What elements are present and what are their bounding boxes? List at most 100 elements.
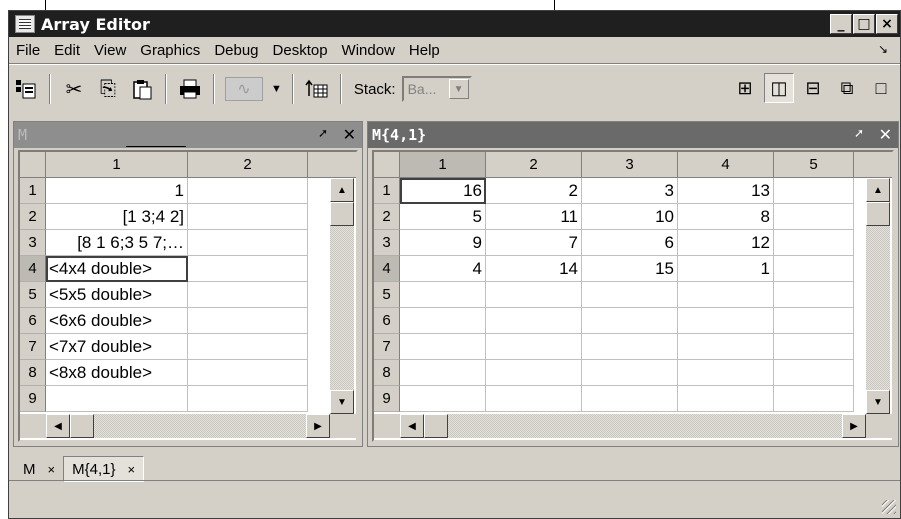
grid-cell[interactable]: 14 (486, 256, 582, 282)
close-icon[interactable]: × (127, 462, 135, 477)
grid-cell[interactable]: 10 (582, 204, 678, 230)
row-header[interactable]: 1 (374, 178, 400, 204)
grid-cell[interactable]: 8 (678, 204, 774, 230)
grid-cell[interactable] (678, 386, 774, 412)
grid-cell[interactable] (46, 386, 188, 412)
grid-cell[interactable] (188, 256, 308, 282)
row-header[interactable]: 2 (374, 204, 400, 230)
grid-cell[interactable] (486, 282, 582, 308)
grid-cell[interactable] (678, 308, 774, 334)
float-layout-icon[interactable]: ⧉ (832, 73, 862, 103)
grid-cell[interactable]: 15 (582, 256, 678, 282)
grid-cell[interactable] (188, 204, 308, 230)
vertical-scroll-thumb[interactable] (330, 202, 354, 226)
close-icon[interactable]: × (48, 462, 56, 477)
row-header[interactable]: 6 (20, 308, 46, 334)
horizontal-scrollbar[interactable]: ◀ ▶ (400, 414, 866, 438)
column-header[interactable]: 5 (774, 152, 854, 178)
grid-cell[interactable]: 1 (46, 178, 188, 204)
grid-cell[interactable] (774, 256, 854, 282)
grid-cell[interactable] (582, 386, 678, 412)
grid-cell[interactable] (774, 282, 854, 308)
grid-cell[interactable] (486, 308, 582, 334)
chevron-down-icon[interactable]: ▼ (448, 79, 469, 99)
grid-cell[interactable]: 3 (582, 178, 678, 204)
grid-cell[interactable] (582, 334, 678, 360)
row-header[interactable]: 1 (20, 178, 46, 204)
transpose-icon[interactable] (302, 74, 332, 104)
paste-icon[interactable] (127, 74, 157, 104)
grid-cell[interactable]: <8x8 double> (46, 360, 188, 386)
grid-cell[interactable]: [8 1 6;3 5 7;… (46, 230, 188, 256)
menu-file[interactable]: File (9, 42, 47, 59)
tab-m41[interactable]: M{4,1} × (63, 456, 145, 482)
undock-icon[interactable]: ➚ (854, 126, 864, 140)
scroll-left-button[interactable]: ◀ (46, 414, 70, 438)
grid-cell[interactable]: <4x4 double> (46, 256, 188, 282)
cut-icon[interactable]: ✂ (59, 74, 89, 104)
menu-window[interactable]: Window (335, 42, 402, 59)
scroll-right-button[interactable]: ▶ (842, 414, 866, 438)
minimize-button[interactable]: _ (830, 14, 852, 34)
scroll-down-button[interactable]: ▼ (330, 390, 354, 414)
scroll-down-button[interactable]: ▼ (866, 390, 890, 414)
grid-cell[interactable] (678, 282, 774, 308)
grid-cell[interactable] (678, 360, 774, 386)
grid-cell[interactable]: 2 (486, 178, 582, 204)
scroll-left-button[interactable]: ◀ (400, 414, 424, 438)
row-header[interactable]: 8 (374, 360, 400, 386)
menu-edit[interactable]: Edit (47, 42, 87, 59)
grid-cell[interactable]: 12 (678, 230, 774, 256)
row-header[interactable]: 5 (20, 282, 46, 308)
grid-cell[interactable]: 1 (678, 256, 774, 282)
column-header[interactable]: 2 (188, 152, 308, 178)
vertical-scrollbar[interactable]: ▲ ▼ (866, 178, 890, 414)
grid-cell[interactable] (582, 308, 678, 334)
grid-cell[interactable] (774, 308, 854, 334)
row-header[interactable]: 3 (374, 230, 400, 256)
horizontal-scroll-thumb[interactable] (424, 414, 448, 438)
grid-cell[interactable] (774, 386, 854, 412)
tab-m[interactable]: M × (15, 456, 63, 482)
column-header[interactable]: 3 (582, 152, 678, 178)
undock-icon[interactable]: ➚ (318, 126, 328, 140)
grid-cell[interactable] (188, 334, 308, 360)
grid-cell[interactable] (774, 360, 854, 386)
grid-cell[interactable] (188, 282, 308, 308)
grid-cell[interactable]: <7x7 double> (46, 334, 188, 360)
row-header[interactable]: 2 (20, 204, 46, 230)
grid-cell[interactable] (188, 360, 308, 386)
vertical-scrollbar[interactable]: ▲ ▼ (330, 178, 354, 414)
grid-cell[interactable] (400, 282, 486, 308)
row-header[interactable]: 7 (374, 334, 400, 360)
plot-dropdown-arrow[interactable]: ▼ (271, 83, 282, 95)
grid-cell[interactable]: 6 (582, 230, 678, 256)
grid-cell[interactable] (188, 178, 308, 204)
import-data-icon[interactable] (11, 74, 41, 104)
grid-cell[interactable] (774, 204, 854, 230)
menu-view[interactable]: View (87, 42, 133, 59)
column-header[interactable]: 2 (486, 152, 582, 178)
maximize-layout-icon[interactable]: □ (866, 73, 896, 103)
close-icon[interactable]: ✕ (343, 125, 356, 144)
grid-cell[interactable] (486, 386, 582, 412)
row-header[interactable]: 3 (20, 230, 46, 256)
row-header[interactable]: 9 (374, 386, 400, 412)
grid-cell[interactable]: 16 (400, 178, 486, 204)
undock-icon[interactable]: ↘ (878, 42, 888, 56)
copy-icon[interactable]: ⎘ (93, 74, 123, 104)
scroll-up-button[interactable]: ▲ (866, 178, 890, 202)
panel-header[interactable]: M{4,1} ➚ ✕ (368, 122, 898, 148)
menu-desktop[interactable]: Desktop (266, 42, 335, 59)
column-header[interactable]: 4 (678, 152, 774, 178)
print-icon[interactable] (175, 74, 205, 104)
grid-cell[interactable]: 11 (486, 204, 582, 230)
row-header[interactable]: 8 (20, 360, 46, 386)
panel-header[interactable]: M ➚ ✕ (14, 122, 362, 148)
grid-cell[interactable] (400, 360, 486, 386)
row-header[interactable]: 9 (20, 386, 46, 412)
row-header[interactable]: 4 (374, 256, 400, 282)
grid-cell[interactable]: <6x6 double> (46, 308, 188, 334)
grid-cell[interactable] (400, 308, 486, 334)
grid-cell[interactable] (774, 230, 854, 256)
